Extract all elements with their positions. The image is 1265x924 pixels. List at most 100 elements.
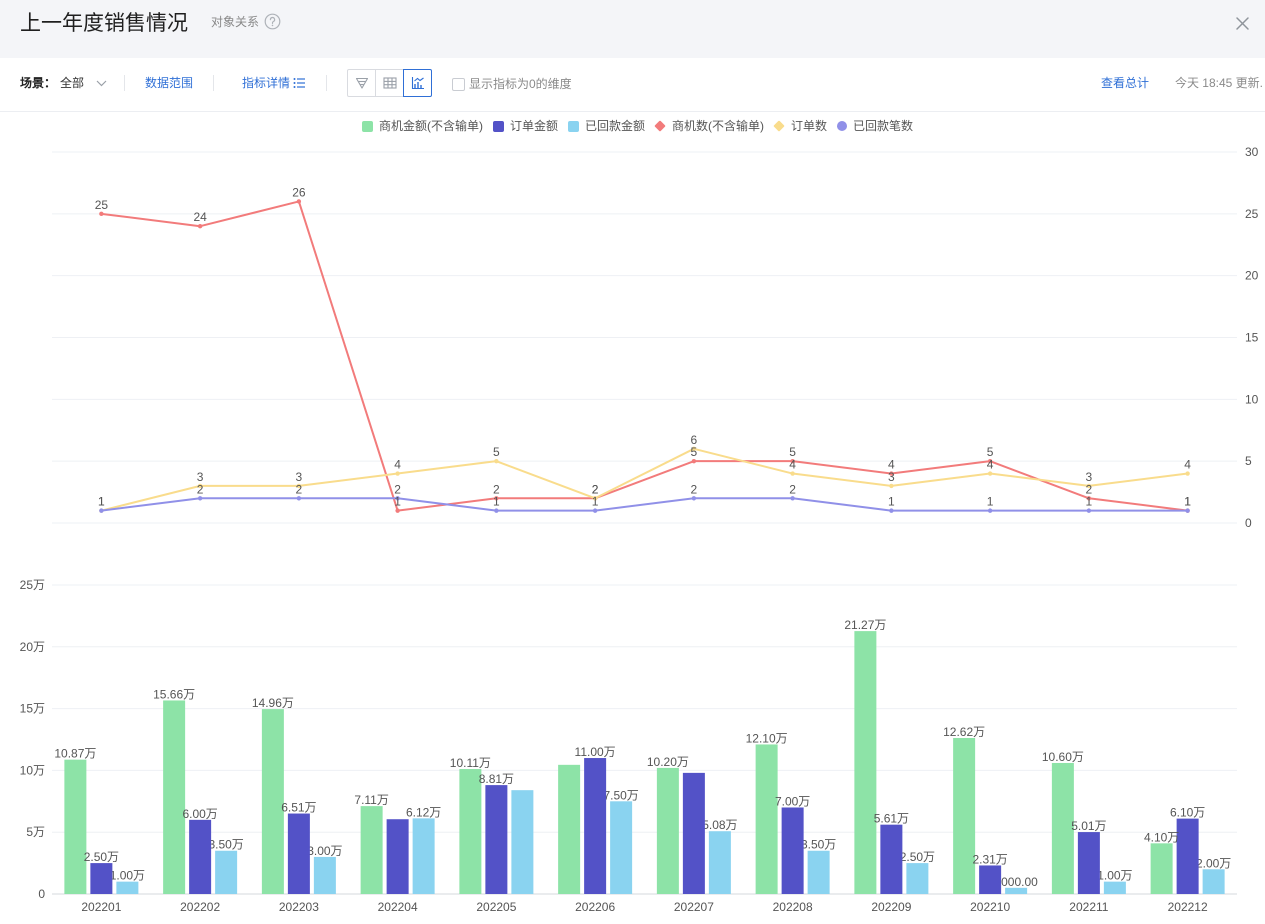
data-point	[197, 496, 203, 501]
data-label: 3	[888, 470, 895, 484]
data-label: 4	[987, 458, 994, 472]
data-label: 1	[592, 495, 599, 509]
x-axis-tick-label: 202203	[279, 900, 319, 914]
data-point	[691, 458, 697, 464]
data-label: 2	[691, 482, 698, 496]
x-axis-tick-label: 202208	[773, 900, 813, 914]
bar-value-label: 6.10万	[1170, 806, 1205, 820]
bar	[485, 785, 508, 894]
bar-value-label: 6.12万	[406, 805, 441, 819]
legend-label: 订单金额	[510, 119, 559, 133]
bar-value-label: 2.31万	[972, 852, 1007, 866]
data-label: 24	[193, 210, 207, 224]
scene-dropdown[interactable]: 全部	[60, 75, 107, 91]
data-label: 26	[292, 185, 306, 199]
bar-value-label: 12.62万	[943, 725, 985, 739]
legend-swatch-icon	[773, 120, 785, 132]
bar	[781, 807, 804, 894]
bar-value-label: 5.61万	[874, 812, 909, 826]
funnel-view-button[interactable]	[347, 69, 376, 97]
bar-value-label: 11.00万	[575, 745, 616, 759]
legend-item[interactable]: 商机金额(不含输单)	[362, 118, 483, 134]
bar-value-label: 10.20万	[647, 755, 689, 769]
bar-chart: 0 5万 10万 15万 20万 25万 202201 202202 202203 202204 2…	[20, 578, 1237, 914]
bar	[90, 863, 113, 894]
bar-value-label: 3.50万	[801, 838, 836, 852]
data-label: 1	[98, 495, 105, 509]
legend-swatch-icon	[654, 120, 666, 132]
bar	[755, 744, 778, 894]
scene-value: 全部	[60, 76, 85, 90]
view-mode-group	[347, 69, 432, 97]
show-zero-checkbox[interactable]	[452, 77, 465, 91]
series-line	[101, 497, 1188, 512]
bar	[584, 758, 607, 894]
data-label: 4	[789, 458, 796, 472]
bar-value-label: 5.01万	[1071, 819, 1106, 833]
right-axis-tick-label: 0	[1245, 516, 1252, 530]
data-point	[99, 211, 104, 217]
data-label: 1	[888, 495, 895, 509]
bar	[1150, 843, 1173, 894]
legend-item[interactable]: 订单数	[773, 118, 827, 134]
bar-value-label: 15.66万	[153, 687, 195, 701]
data-label: 6	[691, 433, 698, 447]
bar-value-label: 21.27万	[844, 618, 886, 632]
page-title: 上一年度销售情况	[20, 12, 188, 35]
bar-value-label: 3.00万	[307, 844, 342, 858]
data-label: 1	[987, 495, 994, 509]
bar	[189, 819, 212, 894]
data-point	[987, 471, 993, 476]
legend-item[interactable]: 已回款笔数	[837, 118, 913, 134]
bar	[953, 738, 976, 894]
data-label: 3	[1086, 470, 1093, 484]
data-label: 5	[493, 445, 500, 459]
data-label: 2	[197, 482, 204, 496]
data-point	[790, 496, 795, 501]
data-point	[889, 508, 894, 513]
legend-item[interactable]: 订单金额	[493, 118, 558, 134]
bar-value-label: 2.00万	[1196, 856, 1231, 870]
legend-label: 商机数(不含输单)	[672, 119, 765, 133]
funnel-icon	[355, 77, 368, 89]
data-point	[494, 508, 499, 513]
legend-label: 已回款笔数	[853, 119, 914, 133]
chart-icon	[411, 77, 424, 90]
left-axis-tick-label: 10万	[20, 763, 45, 777]
bar-value-label: 2.50万	[900, 850, 935, 864]
table-icon	[382, 77, 397, 89]
bar-value-label: 5.08万	[702, 818, 737, 832]
bar-value-label: 6.51万	[281, 801, 316, 815]
bar-value-label: 3.50万	[208, 838, 243, 852]
legend-item[interactable]: 已回款金额	[568, 118, 645, 134]
data-point	[691, 496, 697, 501]
object-relation-link[interactable]: 对象关系	[211, 14, 259, 30]
bar	[1176, 818, 1199, 894]
bar-value-label: 4.10万	[1144, 830, 1179, 844]
x-axis-tick-label: 202205	[476, 900, 516, 914]
data-label: 1	[493, 495, 500, 509]
toolbar-divider	[124, 75, 125, 91]
data-label: 4	[1184, 458, 1191, 472]
close-icon[interactable]	[1235, 16, 1250, 31]
legend-swatch-icon	[493, 120, 504, 132]
legend-item[interactable]: 商机数(不含输单)	[654, 118, 765, 134]
list-icon[interactable]	[293, 77, 306, 89]
left-axis-tick-label: 15万	[20, 702, 45, 716]
bar	[386, 819, 409, 894]
bar	[511, 790, 534, 894]
legend-swatch-icon	[362, 120, 373, 132]
chevron-down-icon	[96, 80, 107, 86]
view-total-link[interactable]: 查看总计	[1101, 75, 1149, 91]
bar	[215, 850, 238, 894]
chart-view-button[interactable]	[403, 69, 432, 97]
metric-details-link[interactable]: 指标详情	[242, 75, 290, 91]
table-view-button[interactable]	[375, 69, 404, 97]
data-range-link[interactable]: 数据范围	[145, 75, 193, 91]
x-axis-tick-label: 202202	[180, 900, 220, 914]
toolbar-bottom-divider	[0, 111, 1265, 112]
data-point	[1086, 508, 1092, 513]
help-circle-icon[interactable]	[264, 13, 281, 30]
show-zero-dimension-option[interactable]: 显示指标为0的维度	[452, 76, 572, 92]
data-point	[987, 508, 993, 513]
